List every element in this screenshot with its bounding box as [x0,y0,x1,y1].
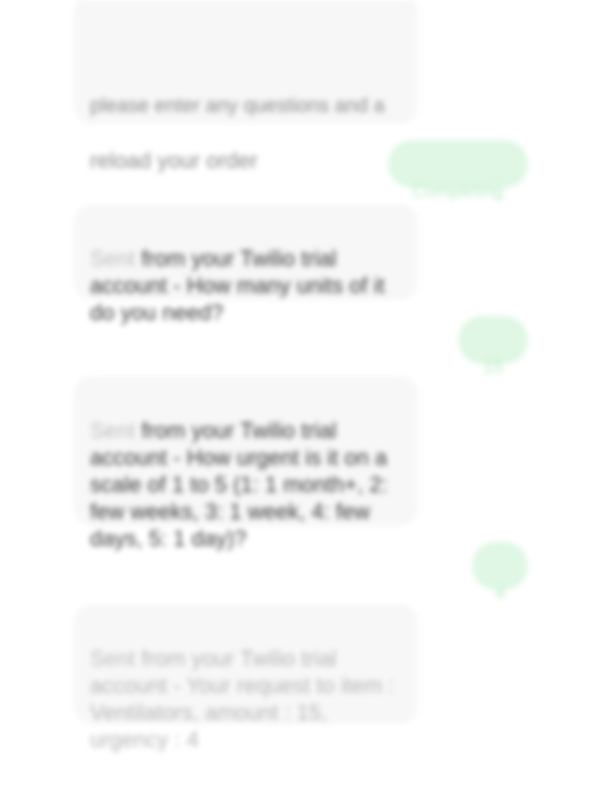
message-sender-prefix: Sent [90,646,136,671]
message-text: from your Twilio trial account - Your re… [90,646,395,752]
incoming-message-2: Sent from your Twilio trial account - Ho… [74,204,418,325]
message-sender-prefix: Sent [90,246,136,271]
message-text: 4 [494,583,505,603]
message-line: reload your order [90,148,258,173]
outgoing-message-3: 4 [472,542,528,603]
message-text: 15 [482,357,504,377]
message-line: please enter any questions and a [90,95,385,117]
outgoing-message-1: Completing [388,140,528,201]
incoming-message-3: Sent from your Twilio trial account - Ho… [74,376,418,551]
message-sender-prefix: Sent [90,418,136,443]
message-text: from your Twilio trial account - How man… [90,246,385,325]
message-text: from your Twilio trial account - How urg… [90,418,388,551]
incoming-message-1: please enter any questions and a reload … [74,0,418,173]
outgoing-message-2: 15 [458,316,528,377]
chat-conversation: please enter any questions and a reload … [0,0,600,800]
incoming-message-4: Sent from your Twilio trial account - Yo… [74,604,418,752]
